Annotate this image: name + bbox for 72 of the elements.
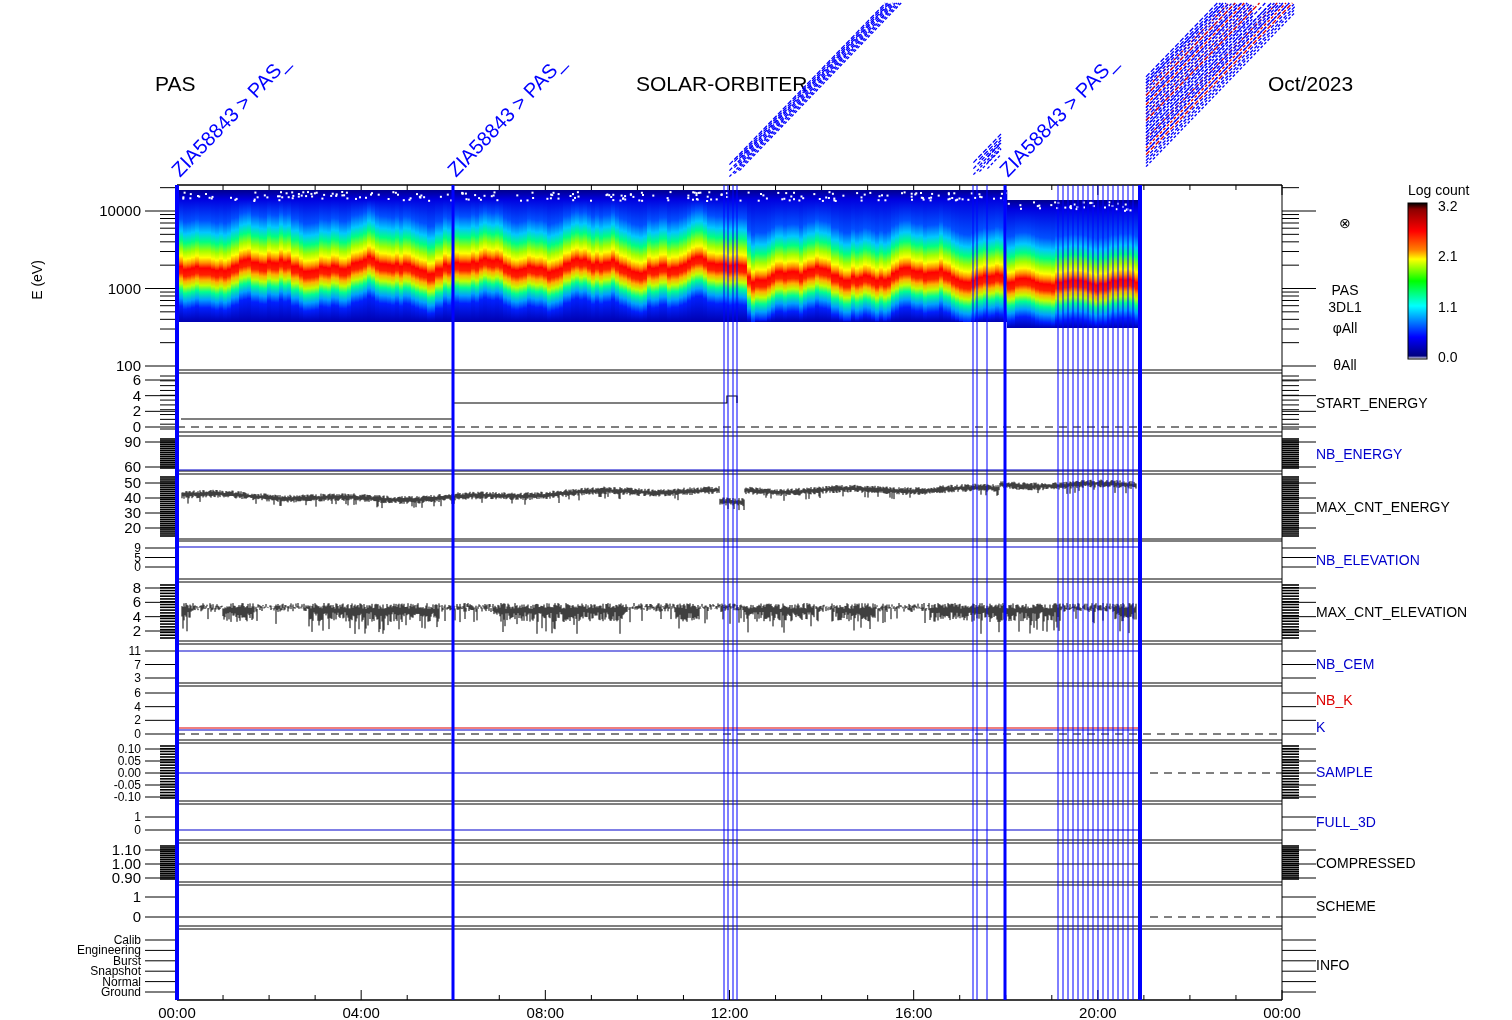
time-tick-label: 04:00	[342, 1004, 380, 1020]
y-axis-tick-label: 10000	[99, 202, 141, 219]
y-axis-tick-label: 6	[134, 686, 141, 700]
y-axis-tick-label: 0.10	[117, 742, 141, 756]
time-tick-label: 00:00	[158, 1004, 196, 1020]
y-axis-tick-label: 0.05	[117, 754, 141, 768]
y-axis-tick-label: 2	[134, 713, 141, 728]
y-axis-tick-label: 100	[115, 357, 141, 374]
panel-label: MAX_CNT_ENERGY	[1316, 498, 1450, 515]
y-axis-tick-label: 40	[124, 489, 141, 506]
y-axis-tick-label: 0	[132, 908, 141, 925]
y-axis-tick-label: Calib	[113, 933, 141, 947]
y-axis-tick-label: 4	[132, 386, 141, 404]
y-axis-tick-label: 1	[134, 810, 141, 824]
y-axis-tick-label: Ground	[100, 985, 141, 999]
panel-label: MAX_CNT_ELEVATION	[1316, 603, 1468, 620]
y-axis-tick-label: 1.10	[111, 841, 141, 858]
y-axis-tick-label: 4	[134, 699, 141, 714]
y-axis-tick-label: 1	[132, 888, 141, 905]
y-axis-tick-label: 0.90	[111, 869, 141, 886]
y-axis-tick-label: 0	[134, 560, 141, 574]
spectrogram-annotation: ⊗	[1339, 215, 1351, 231]
spectrogram-annotation: φAll	[1332, 320, 1358, 336]
y-axis-tick-label: 60	[124, 458, 141, 475]
y-axis-tick-label: 90	[124, 433, 141, 450]
time-tick-label: 16:00	[894, 1004, 933, 1020]
y-axis-tick-label: 8	[132, 579, 141, 596]
panel-label: K	[1316, 718, 1326, 735]
y-axis-tick-label: 0.00	[117, 766, 141, 780]
date-title: Oct/2023	[1268, 72, 1354, 95]
y-axis-tick-label: 0	[134, 727, 141, 741]
panel-label: SAMPLE	[1316, 764, 1373, 780]
panel-label: COMPRESSED	[1316, 854, 1416, 871]
panel-label: NB_ENERGY	[1316, 445, 1403, 462]
y-axis-tick-label: 6	[132, 371, 141, 388]
y-axis-tick-label: 0	[132, 418, 141, 435]
colorbar-title: Log count	[1408, 182, 1470, 198]
colorbar-tick-label: 3.2	[1438, 198, 1458, 214]
y-axis-tick-label: 0	[134, 823, 141, 837]
time-tick-label: 08:00	[526, 1004, 565, 1020]
instrument-title: PAS	[155, 72, 196, 95]
y-axis-tick-label: 2	[132, 622, 141, 639]
colorbar-tick-label: 1.1	[1438, 298, 1458, 315]
y-axis-tick-label: 1000	[107, 279, 141, 297]
panel-label: FULL_3D	[1316, 814, 1376, 830]
panel-label: NB_ELEVATION	[1316, 552, 1420, 568]
time-tick-label: 12:00	[710, 1004, 749, 1020]
y-axis-tick-label: 1.00	[111, 855, 141, 872]
y-axis-tick-label: 50	[124, 474, 141, 491]
panel-label: START_ENERGY	[1316, 394, 1428, 411]
y-axis-tick-label: -0.10	[113, 790, 141, 804]
panel-label: NB_K	[1316, 691, 1353, 708]
spectrogram-annotation: PAS	[1331, 282, 1359, 298]
colorbar-tick-label: 2.1	[1438, 248, 1458, 265]
spectrogram-annotation: θAll	[1333, 357, 1357, 373]
time-tick-label: 00:00	[1263, 1004, 1301, 1020]
spectrogram-annotation: 3DL1	[1328, 299, 1362, 315]
colorbar-tick-label: 0.0	[1438, 349, 1458, 365]
y-axis-tick-label: 3	[134, 671, 141, 685]
y-axis-tick-label: 20	[124, 519, 141, 536]
y-axis-tick-label: 9	[134, 541, 141, 555]
panel-label: SCHEME	[1316, 897, 1376, 914]
y-axis-tick-label: -0.05	[113, 778, 141, 792]
panel-label: NB_CEM	[1316, 655, 1375, 672]
axis-title: E (eV)	[29, 260, 45, 300]
y-axis-tick-label: 11	[128, 644, 141, 658]
y-axis-tick-label: 7	[134, 657, 141, 672]
y-axis-tick-label: 2	[132, 402, 141, 420]
panel-label: INFO	[1316, 956, 1350, 973]
mission-title: SOLAR-ORBITER	[636, 72, 808, 95]
time-tick-label: 20:00	[1079, 1004, 1117, 1020]
y-axis-tick-label: 30	[124, 504, 141, 521]
